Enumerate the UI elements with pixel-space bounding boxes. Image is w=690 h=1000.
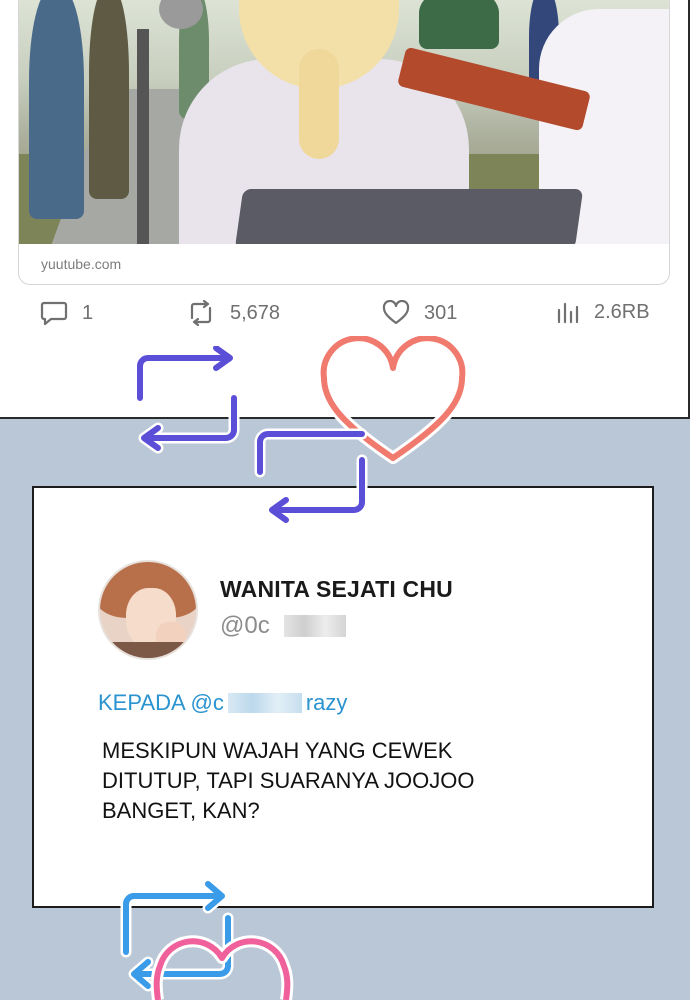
reply-suffix: razy: [305, 690, 348, 715]
bar-chart-icon: [556, 300, 580, 324]
display-name[interactable]: WANITA SEJATI CHU: [220, 576, 453, 603]
heart-icon: [382, 300, 410, 326]
retweet-icon: [186, 300, 216, 326]
tweet-actions: 1 5,678 301 2.6RB: [0, 300, 690, 330]
link-domain: yuutube.com: [41, 256, 122, 272]
retweet-button[interactable]: 5,678: [186, 300, 280, 326]
handle-blur: [284, 615, 346, 637]
views-button[interactable]: 2.6RB: [556, 300, 650, 324]
link-preview-card[interactable]: yuutube.com: [18, 0, 670, 285]
tweet-body: MESKIPUN WAJAH YANG CEWEK DITUTUP, TAPI …: [102, 738, 475, 823]
quoted-tweet-card[interactable]: WANITA SEJATI CHU @0c KEPADA @c razy MESK…: [32, 486, 654, 908]
views-count: 2.6RB: [594, 300, 650, 323]
like-count: 301: [424, 301, 458, 324]
user-handle[interactable]: @0c: [220, 612, 270, 640]
speech-bubble-icon: [40, 300, 68, 326]
like-button[interactable]: 301: [382, 300, 457, 326]
reply-handle-blur: [227, 693, 302, 713]
preview-image: [19, 0, 669, 244]
reply-button[interactable]: 1: [40, 300, 93, 326]
retweet-decoration-icon: [134, 346, 240, 454]
reply-to-line[interactable]: KEPADA @c razy: [98, 690, 347, 716]
heart-decoration-icon-2: [150, 935, 294, 1000]
handle-text: @0c: [220, 612, 270, 639]
retweet-count: 5,678: [230, 301, 281, 324]
retweet-decoration-icon-2: [254, 428, 368, 524]
reply-prefix: KEPADA @c: [98, 690, 224, 715]
reply-count: 1: [82, 301, 94, 324]
avatar[interactable]: [98, 560, 198, 660]
